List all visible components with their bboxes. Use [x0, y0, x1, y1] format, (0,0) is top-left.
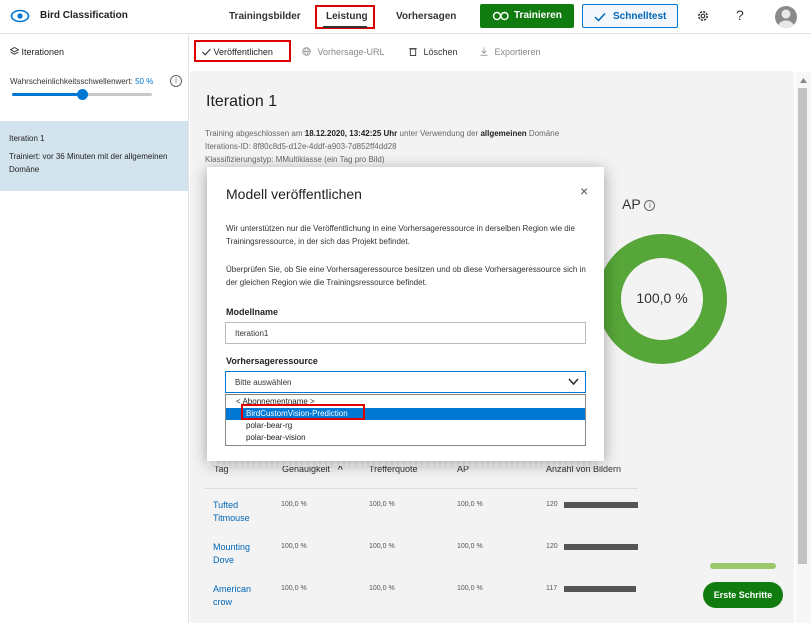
- meta-text: Training abgeschlossen am: [205, 129, 305, 138]
- publish-model-dialog: Modell veröffentlichen × Wir unterstütze…: [207, 167, 604, 461]
- top-bar: Bird Classification Trainingsbilder Leis…: [0, 0, 811, 34]
- iterations-heading: Iterationen: [21, 47, 65, 57]
- recall-cell: 100,0 %: [369, 543, 395, 550]
- train-label: Trainieren: [514, 10, 562, 21]
- layers-icon: [9, 46, 20, 55]
- threshold-value: 50 %: [135, 77, 154, 86]
- dialog-note: Überprüfen Sie, ob Sie eine Vorhersagere…: [226, 265, 586, 287]
- info-icon[interactable]: i: [170, 75, 182, 87]
- meta-domain: allgemeinen: [480, 129, 527, 138]
- export-button[interactable]: Exportieren: [480, 47, 541, 57]
- ap-label: AP: [622, 196, 641, 212]
- nav-training-images[interactable]: Trainingsbilder: [229, 11, 301, 22]
- prediction-url-button[interactable]: Vorhersage-URL: [302, 47, 385, 57]
- count-cell: 120: [546, 501, 558, 508]
- threshold-text: Wahrscheinlichkeitsschwellenwert:: [10, 77, 133, 86]
- iteration-list-item[interactable]: Iteration 1 Trainiert: vor 36 Minuten mi…: [0, 121, 188, 191]
- progress-strip: [710, 563, 776, 569]
- gear-icon[interactable]: [696, 9, 710, 23]
- ap-cell: 100,0 %: [457, 543, 483, 550]
- scrollbar-thumb[interactable]: [798, 88, 807, 564]
- iteration-item-title: Iteration 1: [9, 134, 45, 143]
- resource-placeholder: Bitte auswählen: [235, 378, 292, 387]
- tag-link[interactable]: Tufted Titmouse: [213, 499, 263, 525]
- resource-select[interactable]: Bitte auswählen: [225, 371, 586, 393]
- classification-type: Klassifizierungstyp: MMultiklasse (ein T…: [205, 155, 385, 164]
- precision-cell: 100,0 %: [281, 585, 307, 592]
- command-toolbar: Veröffentlichen Vorhersage-URL Löschen E…: [190, 35, 811, 71]
- count-bar: [564, 586, 637, 592]
- threshold-slider-thumb[interactable]: [77, 89, 88, 100]
- globe-icon: [302, 47, 311, 56]
- export-label: Exportieren: [494, 47, 541, 57]
- nav-predictions[interactable]: Vorhersagen: [396, 11, 456, 22]
- eye-icon: [10, 9, 30, 23]
- dialog-description: Wir unterstützen nur die Veröffentlichun…: [226, 224, 575, 246]
- resource-dropdown-list: < Abonnementname > BirdCustomVision-Pred…: [225, 394, 586, 446]
- training-meta: Training abgeschlossen am 18.12.2020, 13…: [205, 129, 559, 138]
- dropdown-option[interactable]: polar-bear-rg: [226, 420, 585, 432]
- delete-button[interactable]: Löschen: [409, 47, 458, 57]
- iteration-id: Iterations-ID: 8f80c8d5-d12e-4ddf-a903-7…: [205, 142, 397, 151]
- get-started-button[interactable]: Erste Schritte: [703, 582, 783, 608]
- ap-cell: 100,0 %: [457, 501, 483, 508]
- meta-date: 18.12.2020, 13:42:25 Uhr: [304, 129, 398, 138]
- info-icon[interactable]: i: [644, 200, 656, 211]
- iterations-header: Iterationen: [9, 46, 65, 57]
- prediction-url-label: Vorhersage-URL: [317, 47, 385, 57]
- ap-value: 100,0 %: [636, 290, 688, 306]
- count-bar: [564, 502, 638, 508]
- iteration-item-desc: Trainiert: vor 36 Minuten mit der allgem…: [9, 152, 168, 174]
- highlight-box-option: [241, 404, 365, 420]
- resource-label: Vorhersageressource: [226, 356, 318, 366]
- active-tab-underline: [323, 26, 367, 28]
- help-icon[interactable]: ?: [736, 7, 744, 23]
- train-button[interactable]: Trainieren: [480, 4, 574, 28]
- ap-donut-chart: 100,0 %: [596, 233, 728, 365]
- threshold-label: Wahrscheinlichkeitsschwellenwert: 50 %: [10, 77, 153, 86]
- app-title: Bird Classification: [40, 10, 128, 21]
- meta-text: Domäne: [526, 129, 560, 138]
- threshold-slider-fill: [12, 93, 82, 96]
- delete-label: Löschen: [423, 47, 458, 57]
- model-name-label: Modellname: [226, 307, 279, 317]
- table-header-divider: [204, 488, 638, 489]
- quick-test-label: Schnelltest: [613, 11, 667, 22]
- count-cell: 117: [546, 585, 558, 592]
- precision-cell: 100,0 %: [281, 501, 307, 508]
- ap-cell: 100,0 %: [457, 585, 483, 592]
- chevron-down-icon: [568, 378, 579, 386]
- tag-link[interactable]: Mounting Dove: [213, 541, 263, 567]
- sidebar: Iterationen Wahrscheinlichkeitsschwellen…: [0, 35, 189, 623]
- meta-text: unter Verwendung der: [397, 129, 481, 138]
- publish-button[interactable]: Veröffentlichen: [202, 47, 273, 57]
- tag-link[interactable]: American crow: [213, 583, 263, 609]
- download-icon: [480, 47, 488, 56]
- precision-cell: 100,0 %: [281, 543, 307, 550]
- check-icon: [202, 48, 211, 56]
- dialog-title: Modell veröffentlichen: [226, 186, 362, 202]
- ap-heading: AP i: [622, 196, 656, 212]
- user-icon: [778, 9, 794, 28]
- recall-cell: 100,0 %: [369, 501, 395, 508]
- dropdown-option[interactable]: polar-bear-vision: [226, 432, 585, 444]
- recall-cell: 100,0 %: [369, 585, 395, 592]
- close-icon[interactable]: ×: [580, 183, 588, 199]
- trash-icon: [409, 48, 417, 56]
- avatar[interactable]: [775, 6, 797, 28]
- gears-icon: [492, 11, 509, 21]
- count-bar: [564, 544, 638, 550]
- publish-label: Veröffentlichen: [213, 47, 273, 57]
- count-cell: 120: [546, 543, 558, 550]
- check-icon: [594, 12, 606, 22]
- page-title: Iteration 1: [206, 93, 278, 110]
- model-name-input[interactable]: Iteration1: [225, 322, 586, 344]
- model-name-value: Iteration1: [235, 329, 269, 338]
- quick-test-button[interactable]: Schnelltest: [582, 4, 678, 28]
- scroll-up-icon[interactable]: [796, 76, 811, 86]
